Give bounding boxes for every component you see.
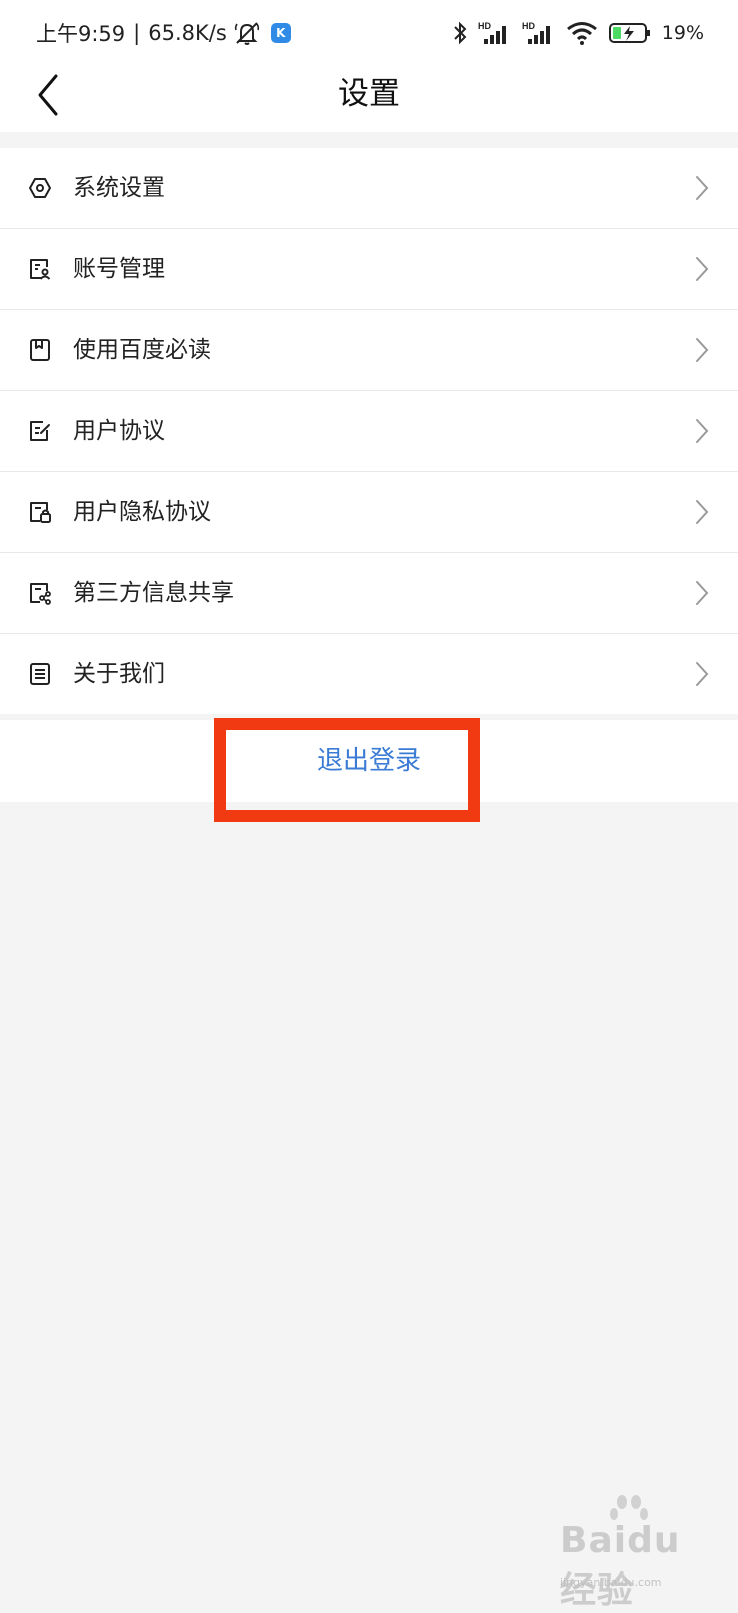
watermark-brand: Baidu 经验 (560, 1520, 681, 1611)
watermark-sub: jingyan.baidu.com (560, 1576, 662, 1589)
highlight-box (214, 718, 480, 822)
agreement-edit-icon (30, 421, 50, 441)
menu-item-label: 账号管理 (73, 256, 165, 282)
menu-item-label: 第三方信息共享 (73, 580, 234, 606)
mute-bell-icon (234, 22, 259, 45)
status-bar: 上午9:59 | 65.8K/s HD HD (0, 0, 738, 60)
menu-item-account-management[interactable]: 账号管理 (0, 229, 738, 310)
chevron-right-icon (696, 338, 709, 362)
chevron-right-icon (696, 581, 709, 605)
svg-text:HD: HD (478, 21, 491, 31)
chevron-right-icon (696, 419, 709, 443)
menu-item-label: 系统设置 (73, 175, 165, 201)
status-separator: | (133, 21, 141, 45)
share-nodes-icon (30, 583, 51, 605)
header: 设置 (0, 60, 738, 132)
bookmark-book-icon (30, 339, 50, 361)
chevron-right-icon (696, 500, 709, 524)
menu-item-label: 用户隐私协议 (73, 499, 211, 525)
chevron-right-icon (696, 257, 709, 281)
hexagon-settings-icon (29, 178, 51, 198)
status-bar-right: HD HD 19% (452, 16, 704, 50)
battery-charging-icon (608, 23, 650, 43)
bluetooth-icon (454, 21, 467, 45)
signal-hd-icon: HD (478, 21, 506, 44)
chevron-right-icon (696, 662, 709, 686)
menu-item-label: 使用百度必读 (73, 337, 211, 363)
settings-menu: 系统设置 账号管理 使用百度必读 用户协议 用户隐私协议 第三方信息共享 关于我… (0, 148, 738, 714)
status-net-speed: 65.8K/s (148, 21, 227, 45)
menu-item-label: 用户协议 (73, 418, 165, 444)
account-card-icon (30, 259, 51, 280)
page-title: 设置 (338, 76, 400, 112)
menu-item-about-us[interactable]: 关于我们 (0, 634, 738, 714)
document-lines-icon (30, 663, 50, 685)
menu-item-user-agreement[interactable]: 用户协议 (0, 391, 738, 472)
menu-item-privacy-agreement[interactable]: 用户隐私协议 (0, 472, 738, 553)
status-bar-left: 上午9:59 | 65.8K/s (36, 16, 291, 50)
k-app-icon (270, 23, 291, 43)
menu-item-third-party-sharing[interactable]: 第三方信息共享 (0, 553, 738, 634)
chevron-right-icon (696, 176, 709, 200)
watermark: Baidu 经验 jingyan.baidu.com (560, 1495, 720, 1611)
menu-item-label: 关于我们 (73, 661, 165, 687)
signal-hd-icon: HD (522, 21, 550, 44)
battery-percent: 19% (661, 22, 704, 44)
privacy-lock-icon (30, 502, 51, 523)
wifi-icon (566, 22, 597, 45)
menu-item-system-settings[interactable]: 系统设置 (0, 148, 738, 229)
status-time: 上午9:59 (36, 22, 126, 46)
svg-text:HD: HD (522, 21, 535, 31)
menu-item-baidu-must-read[interactable]: 使用百度必读 (0, 310, 738, 391)
